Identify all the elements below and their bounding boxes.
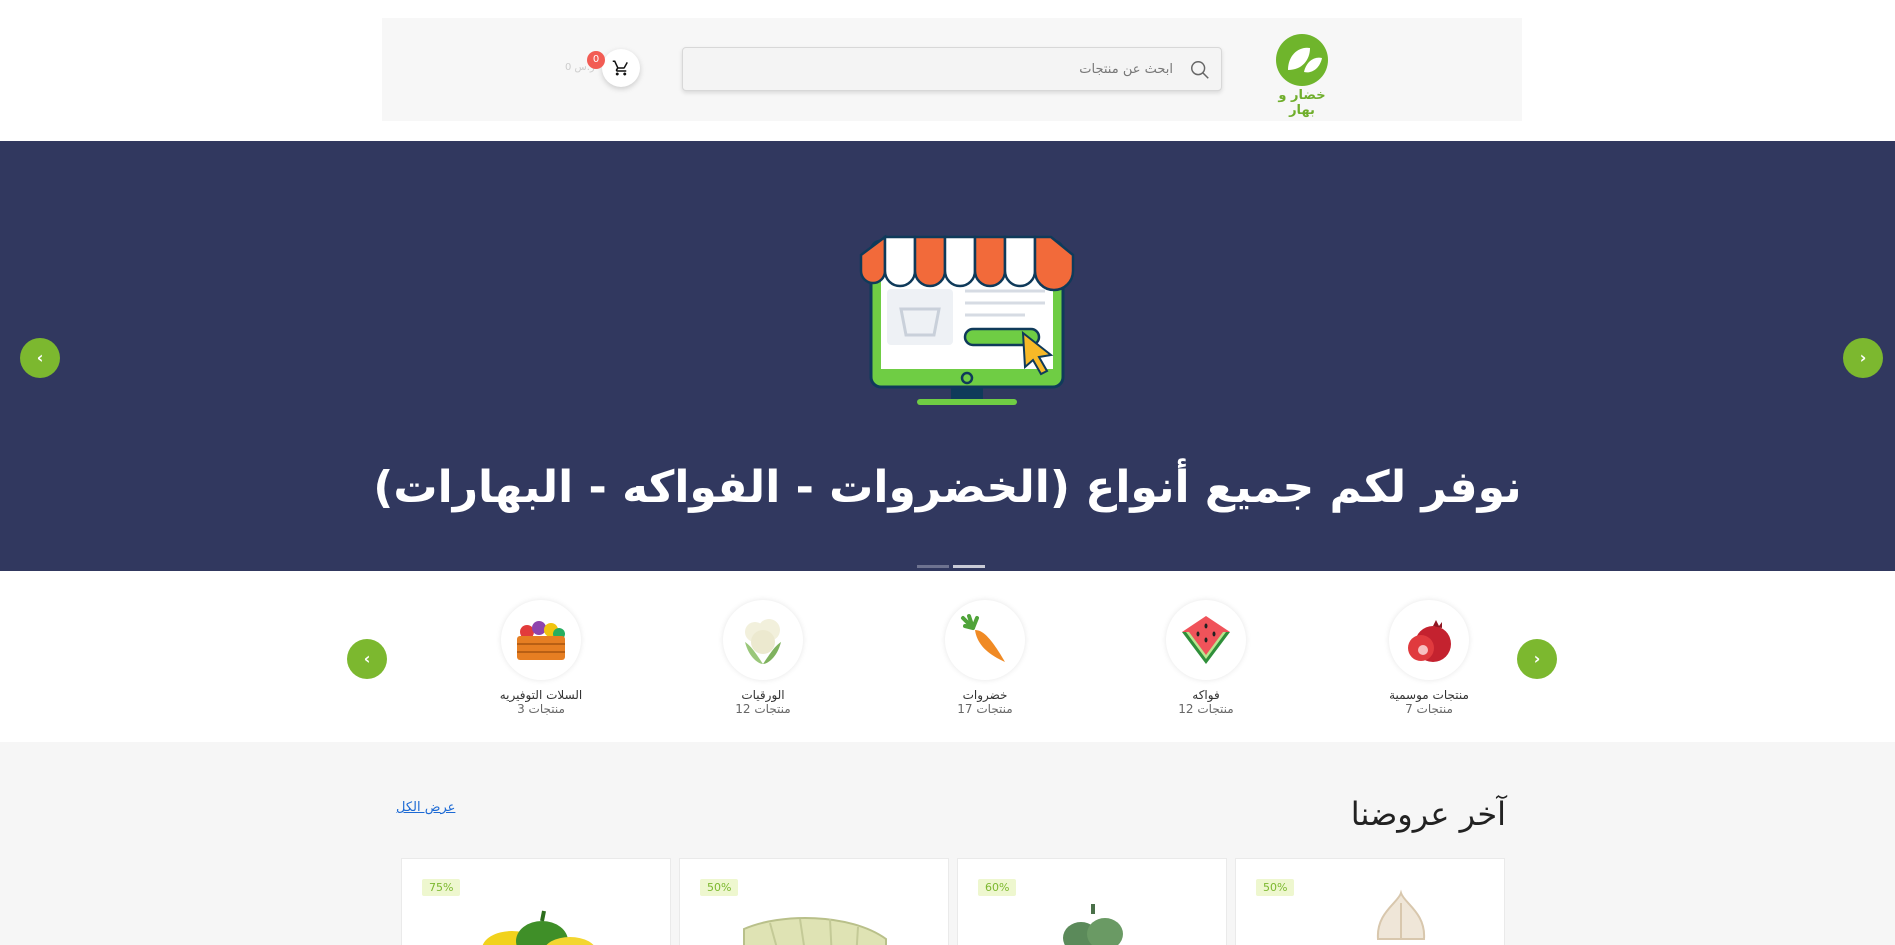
- offers-title: آخر عروضنا: [1350, 795, 1506, 833]
- category-count: منتجات 17: [957, 702, 1013, 716]
- search-icon[interactable]: [1189, 59, 1211, 81]
- category-circle: [501, 600, 581, 680]
- carrot-icon: [961, 614, 1005, 662]
- category-name: منتجات موسمية: [1389, 688, 1469, 702]
- category-count: منتجات 12: [735, 702, 791, 716]
- discount-badge: 50%: [700, 879, 739, 896]
- category-circle: [1166, 600, 1246, 680]
- header: 0 ر.س 0 خضار و بهار: [0, 0, 1895, 141]
- hero-prev-button[interactable]: ‹: [20, 338, 60, 378]
- category-vegetables[interactable]: خضروات منتجات 17: [910, 600, 1060, 716]
- categories-next-button[interactable]: ›: [1517, 639, 1557, 679]
- artichoke-icon: [1063, 904, 1123, 945]
- category-count: منتجات 3: [517, 702, 565, 716]
- discount-badge: 75%: [422, 879, 461, 896]
- category-name: السلات التوفيريه: [499, 688, 583, 702]
- hero-next-button[interactable]: ›: [1843, 338, 1883, 378]
- category-count: منتجات 12: [1178, 702, 1234, 716]
- category-circle: [945, 600, 1025, 680]
- leaf-logo-icon: [1276, 34, 1328, 86]
- logo[interactable]: خضار و بهار: [1266, 32, 1338, 118]
- hero-title: نوفر لكم جميع أنواع (الخضروات - الفواكه …: [373, 462, 1522, 513]
- basket-icon: [517, 621, 565, 660]
- discount-badge: 50%: [1256, 879, 1295, 896]
- product-card-corn[interactable]: 50%: [679, 858, 949, 945]
- discount-badge: 60%: [978, 879, 1017, 896]
- search-input[interactable]: [693, 54, 1173, 84]
- product-card-artichoke[interactable]: 60%: [957, 858, 1227, 945]
- category-name: فواكه: [1192, 688, 1220, 702]
- cart-button[interactable]: 0 ر.س 0: [565, 49, 640, 87]
- category-name: خضروات: [962, 688, 1008, 702]
- slider-dot-2[interactable]: [953, 565, 985, 568]
- category-circle: [1389, 600, 1469, 680]
- corn-icon: [743, 917, 887, 945]
- search-box[interactable]: [682, 47, 1222, 91]
- cauliflower-icon: [745, 619, 781, 664]
- online-shop-icon: [859, 234, 1075, 405]
- pomegranate-icon: [1408, 620, 1451, 662]
- category-leafy[interactable]: الورقيات منتجات 12: [688, 600, 838, 716]
- slider-dot-1[interactable]: [917, 565, 949, 568]
- cart-icon: [612, 60, 628, 76]
- view-all-link[interactable]: عرض الكل: [396, 800, 455, 815]
- category-name: الورقيات: [741, 688, 785, 702]
- hero-slider: ‹ › نوفر لكم جميع أنواع (الخضروات - الفو…: [0, 141, 1895, 571]
- category-count: منتجات 7: [1405, 702, 1453, 716]
- product-card-garlic[interactable]: 50%: [1235, 858, 1505, 945]
- category-seasonal[interactable]: منتجات موسمية منتجات 7: [1354, 600, 1504, 716]
- category-fruits[interactable]: فواكه منتجات 12: [1131, 600, 1281, 716]
- category-circle: [723, 600, 803, 680]
- category-baskets[interactable]: السلات التوفيريه منتجات 3: [466, 600, 616, 716]
- categories-prev-button[interactable]: ‹: [347, 639, 387, 679]
- categories-carousel: ‹ › منتجات موسمية منتجات 7 فواكه منتجات …: [0, 571, 1895, 742]
- cart-count-badge: 0: [587, 51, 605, 69]
- watermelon-icon: [1182, 616, 1230, 664]
- garlic-icon: [1376, 889, 1426, 940]
- logo-text: خضار و بهار: [1278, 88, 1326, 118]
- slider-dots: [917, 553, 989, 572]
- pepper-icon: [482, 910, 594, 945]
- header-bar: 0 ر.س 0 خضار و بهار: [382, 18, 1522, 121]
- product-card-pepper[interactable]: 75%: [401, 858, 671, 945]
